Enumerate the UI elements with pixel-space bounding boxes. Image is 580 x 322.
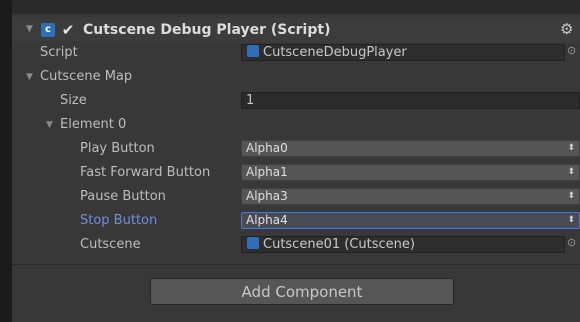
size-row: Size 1 — [12, 90, 580, 112]
cutscene-label: Cutscene — [80, 237, 141, 252]
pause-button-label: Pause Button — [80, 189, 166, 204]
script-object-field[interactable]: CutsceneDebugPlayer — [241, 44, 565, 61]
play-button-value: Alpha0 — [246, 141, 288, 155]
element0-row[interactable]: ▼ Element 0 — [12, 114, 580, 136]
pause-button-row: Pause Button Alpha3 ⬍ — [12, 186, 580, 208]
select-arrows-icon: ⬍ — [567, 167, 575, 177]
cs-script-icon: c — [41, 23, 55, 37]
gear-icon[interactable]: ⚙ — [560, 20, 573, 38]
cutscene-map-row[interactable]: ▼ Cutscene Map — [12, 66, 580, 88]
fold-triangle-icon[interactable]: ▼ — [26, 24, 33, 34]
component-title: Cutscene Debug Player (Script) — [83, 22, 331, 38]
script-value: CutsceneDebugPlayer — [263, 45, 407, 60]
fold-triangle-icon[interactable]: ▼ — [46, 120, 53, 130]
play-button-select[interactable]: Alpha0 ⬍ — [241, 140, 580, 157]
top-strip — [12, 0, 580, 14]
fold-triangle-icon[interactable]: ▼ — [26, 72, 33, 82]
size-input[interactable]: 1 — [241, 92, 580, 109]
fast-forward-button-select[interactable]: Alpha1 ⬍ — [241, 164, 580, 181]
size-label: Size — [60, 93, 87, 108]
enabled-checkbox[interactable]: ✔ — [60, 22, 76, 38]
cutscene-value: Cutscene01 (Cutscene) — [263, 237, 415, 252]
add-component-button[interactable]: Add Component — [150, 278, 454, 305]
pause-button-value: Alpha3 — [246, 189, 288, 203]
fast-forward-button-value: Alpha1 — [246, 165, 288, 179]
stop-button-row: Stop Button Alpha4 ⬍ — [12, 210, 580, 232]
play-button-row: Play Button Alpha0 ⬍ — [12, 138, 580, 160]
component-header[interactable]: ▼ c ✔ Cutscene Debug Player (Script) ⚙ — [12, 18, 580, 42]
fast-forward-button-label: Fast Forward Button — [80, 165, 211, 180]
object-picker-icon[interactable]: ⊙ — [567, 44, 576, 57]
stop-button-select[interactable]: Alpha4 ⬍ — [241, 212, 580, 229]
cutscene-asset-icon — [247, 237, 259, 249]
divider — [12, 264, 580, 265]
element0-label: Element 0 — [60, 117, 127, 132]
stop-button-label: Stop Button — [80, 213, 158, 228]
cutscene-row: Cutscene Cutscene01 (Cutscene) ⊙ — [12, 234, 580, 256]
cutscene-object-field[interactable]: Cutscene01 (Cutscene) — [241, 236, 565, 253]
script-asset-icon — [247, 45, 259, 57]
stop-button-value: Alpha4 — [246, 213, 288, 227]
select-arrows-icon: ⬍ — [567, 191, 575, 201]
select-arrows-icon: ⬍ — [567, 143, 575, 153]
pause-button-select[interactable]: Alpha3 ⬍ — [241, 188, 580, 205]
play-button-label: Play Button — [80, 141, 155, 156]
select-arrows-icon: ⬍ — [567, 215, 575, 225]
fast-forward-button-row: Fast Forward Button Alpha1 ⬍ — [12, 162, 580, 184]
cutscene-map-label: Cutscene Map — [40, 69, 133, 84]
script-row: Script CutsceneDebugPlayer ⊙ — [12, 42, 580, 64]
object-picker-icon[interactable]: ⊙ — [567, 236, 576, 249]
script-label: Script — [40, 45, 78, 60]
